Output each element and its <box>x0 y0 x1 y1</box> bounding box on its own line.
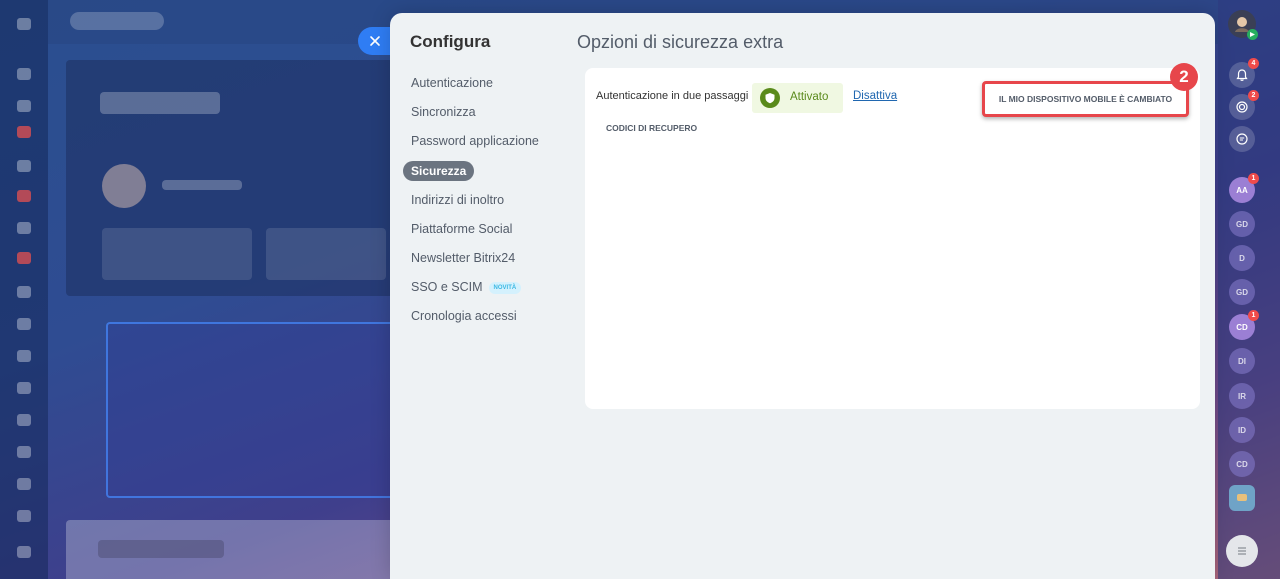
status-text: Attivato <box>790 91 829 103</box>
contact-avatar[interactable]: GD <box>1229 211 1255 237</box>
avatar-initials: IR <box>1238 391 1246 401</box>
app-icon <box>17 100 31 112</box>
notifications-button[interactable]: 4 <box>1229 58 1259 88</box>
avatar-initials: GD <box>1236 287 1248 297</box>
avatar-initials: GD <box>1236 219 1248 229</box>
contact-avatar[interactable]: AA 1 <box>1229 173 1259 203</box>
nav-item-sincronizza[interactable]: Sincronizza <box>411 102 476 122</box>
contact-avatar[interactable]: GD <box>1229 279 1255 305</box>
avatar-initials: D <box>1239 253 1245 263</box>
bell-icon <box>1236 69 1248 81</box>
right-rail: 4 2 AA 1 GD D GD CD 1 DI IR ID CD <box>1218 0 1280 579</box>
contact-avatar[interactable]: DI <box>1229 348 1255 374</box>
app-icon <box>17 546 31 558</box>
nav-item-password-applicazione[interactable]: Password applicazione <box>411 131 539 151</box>
nav-item-label: SSO e SCIM <box>411 280 483 294</box>
recovery-codes-link[interactable]: CODICI DI RECUPERO <box>606 123 697 133</box>
two-factor-label: Autenticazione in due passaggi <box>596 90 749 102</box>
nav-item-sicurezza[interactable]: Sicurezza <box>403 161 475 181</box>
unread-count: 1 <box>1248 173 1259 184</box>
background-feed-title <box>98 540 224 558</box>
contact-avatar[interactable]: ID <box>1229 417 1255 443</box>
app-icon <box>17 252 31 264</box>
app-icon <box>17 414 31 426</box>
nav-item-sso-scim[interactable]: SSO e SCIM NOVITÀ <box>411 277 522 297</box>
app-icon <box>17 382 31 394</box>
app-icon <box>17 350 31 362</box>
app-icon <box>17 510 31 522</box>
app-icon <box>17 160 31 172</box>
app-icon <box>17 68 31 80</box>
step-marker: 2 <box>1170 63 1198 91</box>
nav-item-newsletter[interactable]: Newsletter Bitrix24 <box>411 248 515 268</box>
menu-icon <box>17 18 31 30</box>
target-icon <box>1236 101 1248 113</box>
nav-item-autenticazione[interactable]: Autenticazione <box>411 73 493 93</box>
app-icon <box>17 318 31 330</box>
app-icon <box>17 478 31 490</box>
background-stat <box>266 228 386 280</box>
avatar-initials: CD <box>1236 322 1248 332</box>
group-chat-avatar[interactable] <box>1229 485 1255 511</box>
shield-icon <box>760 88 780 108</box>
background-left-rail <box>0 0 48 579</box>
nav-item-piattaforme-social[interactable]: Piattaforme Social <box>411 219 512 239</box>
avatar-initials: ID <box>1238 425 1246 435</box>
user-avatar[interactable] <box>1228 10 1258 40</box>
nav-title: Configura <box>410 32 491 51</box>
app-icon <box>17 446 31 458</box>
play-icon <box>1247 29 1258 40</box>
unread-count: 1 <box>1248 310 1259 321</box>
settings-slider: Configura Autenticazione Sincronizza Pas… <box>390 13 1215 579</box>
contact-avatar[interactable]: CD <box>1229 451 1255 477</box>
avatar-initials: AA <box>1236 185 1248 195</box>
contact-avatar[interactable]: CD 1 <box>1229 310 1259 340</box>
background-title <box>100 92 220 114</box>
background-stat <box>102 228 252 280</box>
background-search <box>70 12 164 30</box>
menu-icon <box>1238 547 1246 555</box>
activity-count: 2 <box>1248 90 1259 101</box>
activity-button[interactable]: 2 <box>1229 90 1259 120</box>
status-badge: Attivato <box>752 83 843 113</box>
chat-search-icon <box>1236 133 1248 145</box>
background-avatar <box>102 164 146 208</box>
device-changed-button[interactable]: IL MIO DISPOSITIVO MOBILE È CAMBIATO <box>982 81 1189 117</box>
new-badge: NOVITÀ <box>488 282 522 294</box>
contact-avatar[interactable]: IR <box>1229 383 1255 409</box>
contact-avatar[interactable]: D <box>1229 245 1255 271</box>
app-icon <box>17 190 31 202</box>
avatar-initials: CD <box>1236 459 1248 469</box>
background-feed <box>66 520 406 579</box>
background-widget <box>106 322 406 498</box>
app-icon <box>17 126 31 138</box>
chat-icon <box>1237 494 1247 501</box>
close-slider-button[interactable] <box>358 27 392 55</box>
background-company-card <box>66 60 396 296</box>
avatar-initials: DI <box>1238 356 1246 366</box>
notifications-count: 4 <box>1248 58 1259 69</box>
app-icon <box>17 286 31 298</box>
background-name <box>162 180 242 190</box>
nav-item-indirizzi-di-inoltro[interactable]: Indirizzi di inoltro <box>411 190 504 210</box>
disable-link[interactable]: Disattiva <box>853 90 897 102</box>
page-title: Opzioni di sicurezza extra <box>577 32 784 52</box>
security-card: Autenticazione in due passaggi Attivato … <box>585 63 1200 409</box>
app-icon <box>17 222 31 234</box>
search-chat-button[interactable] <box>1229 126 1255 152</box>
menu-button[interactable] <box>1226 535 1258 567</box>
close-icon <box>370 36 380 46</box>
nav-item-cronologia-accessi[interactable]: Cronologia accessi <box>411 306 517 326</box>
